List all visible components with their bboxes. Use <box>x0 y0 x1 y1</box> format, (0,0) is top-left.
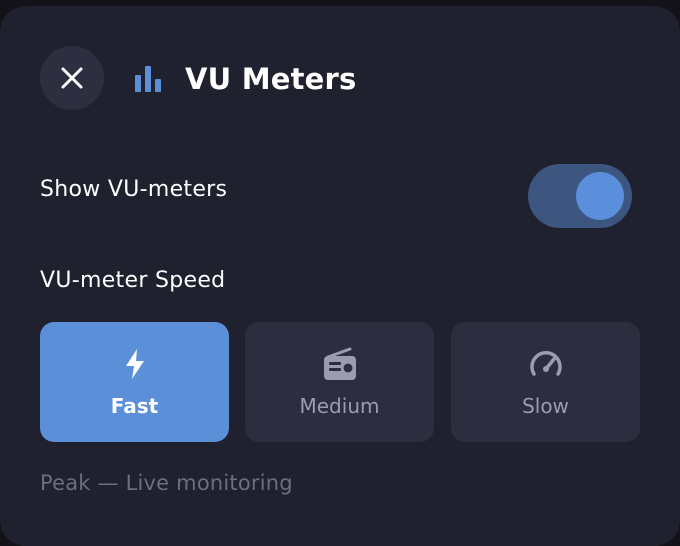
close-button[interactable] <box>40 46 104 110</box>
speed-option-label: Slow <box>522 394 569 418</box>
show-vu-meters-toggle[interactable] <box>528 164 632 228</box>
close-icon <box>61 67 83 89</box>
speed-option-label: Fast <box>110 394 159 418</box>
speed-option-medium[interactable]: Medium <box>245 322 434 442</box>
speed-description: Peak — Live monitoring <box>40 471 293 495</box>
vu-meters-panel: VU Meters Show VU-meters VU-meter Speed … <box>0 6 680 546</box>
show-vu-meters-label: Show VU-meters <box>40 177 228 202</box>
radio-icon <box>320 344 360 384</box>
speed-section-label: VU-meter Speed <box>40 268 226 293</box>
speed-option-label: Medium <box>299 394 380 418</box>
gauge-icon <box>526 344 566 384</box>
toggle-knob <box>576 172 624 220</box>
bar-chart-icon <box>135 66 161 92</box>
dialog-title: VU Meters <box>185 62 357 96</box>
speed-option-fast[interactable]: Fast <box>40 322 229 442</box>
speed-option-slow[interactable]: Slow <box>451 322 640 442</box>
lightning-icon <box>115 344 155 384</box>
